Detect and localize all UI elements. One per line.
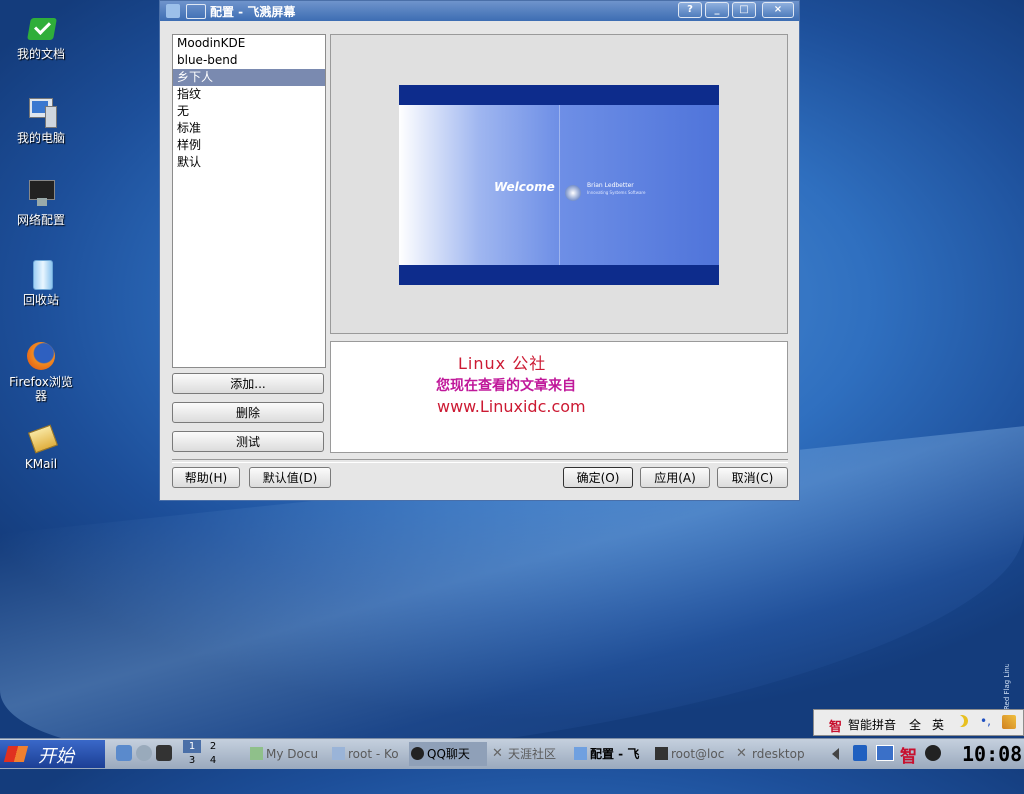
splash-preview-image: Welcome Brian Ledbetter Innovating Syste… [399, 85, 719, 285]
desktop-icon-trash[interactable]: 回收站 [6, 258, 76, 307]
desktop-icon-my-documents[interactable]: 我的文档 [6, 12, 76, 61]
computer-icon [25, 96, 57, 128]
theme-list[interactable]: MoodinKDE blue-bend 乡下人 指纹 无 标准 样例 默认 [172, 34, 326, 368]
ime-logo: 智 [829, 720, 843, 735]
maximize-button[interactable]: □ [732, 2, 756, 18]
task-tianya[interactable]: ✕ 天涯社区 [490, 742, 568, 766]
theme-list-item[interactable]: 样例 [173, 137, 325, 154]
terminal-quick-icon[interactable] [156, 745, 172, 761]
ime-tray-icon[interactable]: 智 [900, 742, 917, 767]
tools-icon[interactable] [1002, 715, 1016, 729]
pager-desktop-1[interactable]: 1 [183, 740, 201, 753]
volume-icon[interactable] [853, 745, 867, 761]
ime-name[interactable]: 智能拼音 [848, 716, 896, 733]
network-config-icon [25, 178, 57, 210]
task-konsole[interactable]: root - Ko [330, 742, 406, 766]
theme-info-panel: Linux 公社 您现在查看的文章来自 www.Linuxidc.com [330, 341, 788, 453]
splash-preview-frame: Welcome Brian Ledbetter Innovating Syste… [330, 34, 788, 334]
cancel-button[interactable]: 取消(C) [717, 467, 788, 488]
help-button[interactable]: 帮助(H) [172, 467, 240, 488]
splash-welcome-text: Welcome [494, 180, 555, 194]
window-titlebar[interactable]: 配置 - 飞溅屏幕 ? _ □ × [160, 1, 799, 21]
help-title-button[interactable]: ? [678, 2, 702, 18]
folder-check-icon [25, 12, 57, 44]
pager-desktop-3[interactable]: 3 [183, 754, 201, 767]
desktop-icon-network-config[interactable]: 网络配置 [6, 178, 76, 227]
theme-list-item[interactable]: blue-bend [173, 52, 325, 69]
start-button[interactable]: 开始 [0, 740, 105, 768]
firefox-icon [25, 340, 57, 372]
theme-list-item[interactable]: 指纹 [173, 86, 325, 103]
minimize-button[interactable]: _ [705, 2, 729, 18]
ok-button[interactable]: 确定(O) [563, 467, 633, 488]
qq-tray-icon[interactable] [925, 745, 941, 761]
redflag-logo-icon [3, 746, 29, 762]
folder-icon [332, 747, 345, 760]
desktop-pager[interactable]: 1 2 3 4 [183, 740, 223, 768]
dialog-separator [172, 459, 788, 463]
globe-logo-icon [565, 185, 581, 201]
add-button[interactable]: 添加... [172, 373, 324, 394]
window-title: 配置 - 飞溅屏幕 [210, 5, 296, 19]
theme-list-item[interactable]: 默认 [173, 154, 325, 171]
defaults-button[interactable]: 默认值(D) [249, 467, 331, 488]
x-icon: ✕ [492, 746, 503, 761]
x-icon: ✕ [736, 746, 747, 761]
theme-list-item-selected[interactable]: 乡下人 [173, 69, 325, 86]
punctuation-icon[interactable]: •, [980, 714, 991, 728]
network-tray-icon[interactable] [876, 745, 894, 761]
trash-icon [25, 258, 57, 290]
task-splash-config[interactable]: 配置 - 飞 [572, 742, 650, 766]
theme-list-item[interactable]: MoodinKDE [173, 35, 325, 52]
task-my-documents[interactable]: My Docu [248, 742, 328, 766]
kmail-icon [25, 422, 59, 454]
ime-fullwidth-toggle[interactable]: 全 [909, 716, 921, 733]
info-line-1: Linux 公社 [458, 354, 547, 373]
task-terminal[interactable]: root@loc [653, 742, 731, 766]
splash-config-window: 配置 - 飞溅屏幕 ? _ □ × MoodinKDE blue-bend 乡下… [159, 0, 800, 501]
moon-icon[interactable] [956, 715, 968, 727]
qq-penguin-icon [411, 747, 424, 760]
info-line-2: 您现在查看的文章来自 [436, 378, 576, 394]
close-button[interactable]: × [762, 2, 794, 18]
config-icon [574, 747, 587, 760]
desktop-icon-kmail[interactable]: KMail [6, 422, 76, 471]
apply-button[interactable]: 应用(A) [640, 467, 710, 488]
remove-button[interactable]: 删除 [172, 402, 324, 423]
pager-desktop-4[interactable]: 4 [204, 754, 222, 767]
splash-brand-tagline: Innovating Systems Software [587, 190, 646, 195]
desktop-icon-my-computer[interactable]: 我的电脑 [6, 96, 76, 145]
task-rdesktop[interactable]: ✕ rdesktop [734, 742, 812, 766]
folder-icon [250, 747, 263, 760]
pager-desktop-2[interactable]: 2 [204, 740, 222, 753]
distro-watermark: Red Flag Linux [1003, 664, 1011, 710]
clock[interactable]: 10:08 [962, 742, 1022, 766]
test-button[interactable]: 测试 [172, 431, 324, 452]
ime-language-toggle[interactable]: 英 [932, 716, 944, 733]
taskbar: 开始 1 2 3 4 My Docu root - Ko QQ聊天 ✕ 天涯社区… [0, 738, 1024, 769]
ime-status-bar[interactable]: 智 智能拼音 全 英 •, [813, 709, 1024, 736]
theme-list-item[interactable]: 无 [173, 103, 325, 120]
network-quick-icon[interactable] [136, 745, 152, 761]
terminal-icon [655, 747, 668, 760]
desktop-icon-firefox[interactable]: Firefox浏览器 [6, 340, 76, 403]
task-qq-chat[interactable]: QQ聊天 [409, 742, 487, 766]
splash-brand-name: Brian Ledbetter [587, 182, 634, 189]
show-desktop-icon[interactable] [116, 745, 132, 761]
tray-collapse-arrow-icon[interactable] [832, 748, 839, 760]
window-sticky-icon[interactable] [186, 4, 206, 19]
info-line-3: www.Linuxidc.com [437, 397, 586, 416]
window-menu-icon[interactable] [166, 4, 180, 18]
theme-list-item[interactable]: 标准 [173, 120, 325, 137]
